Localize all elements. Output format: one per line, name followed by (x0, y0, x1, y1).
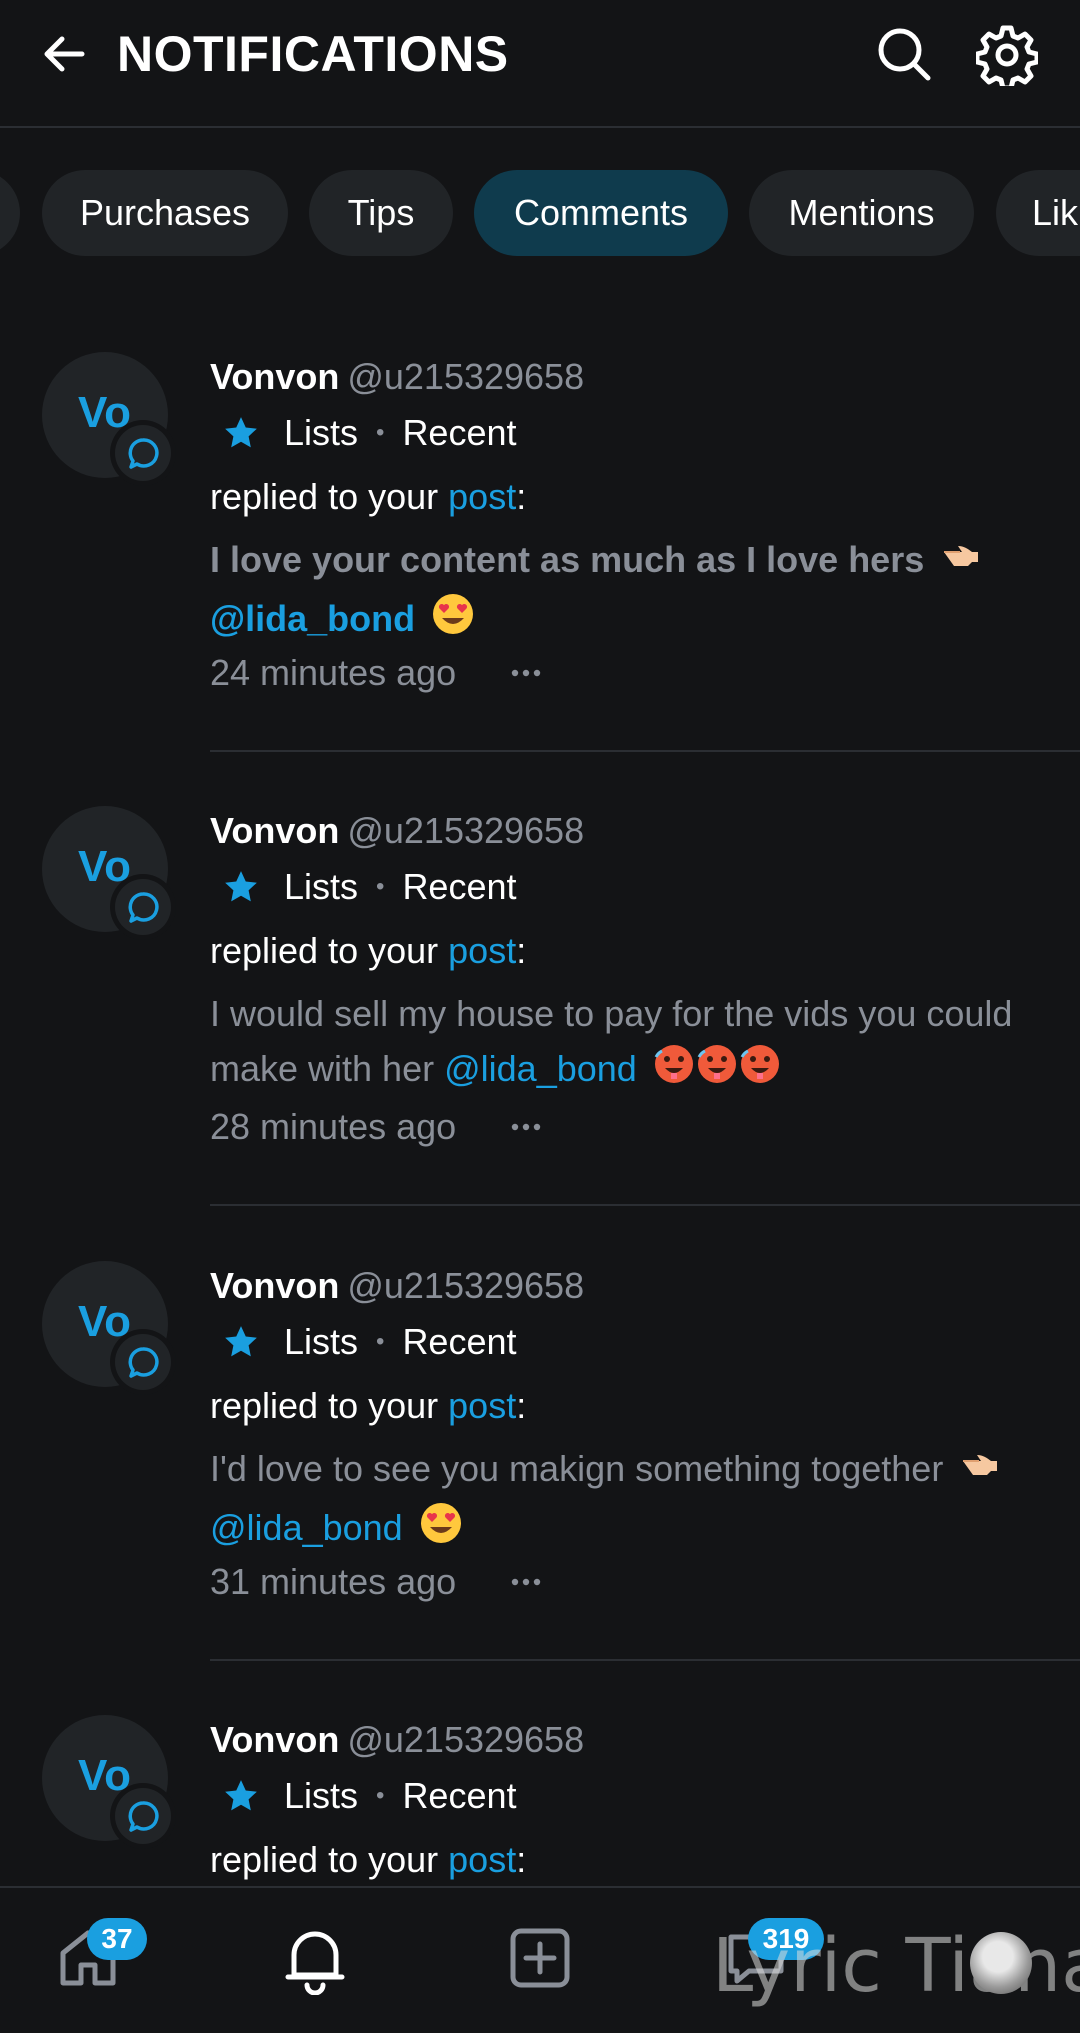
lists-row[interactable]: Lists • Recent (222, 1773, 517, 1819)
comment-bubble-icon (128, 892, 159, 923)
lists-row[interactable]: Lists • Recent (222, 864, 517, 910)
avatar[interactable]: Vo (42, 806, 176, 940)
star-icon (225, 1326, 257, 1357)
avatar[interactable]: Vo (42, 352, 176, 486)
more-options-button[interactable] (506, 1104, 546, 1150)
gear-icon (974, 25, 1040, 91)
post-link[interactable]: post (448, 1385, 516, 1426)
more-options-button[interactable] (506, 650, 546, 696)
search-icon (878, 28, 931, 81)
notification-item[interactable]: Vo Vonvon@u215329658 Lists • Recent rep (0, 1715, 1080, 1886)
comment-badge (110, 874, 176, 940)
nav-notifications[interactable] (275, 1918, 355, 1998)
list-name: Recent (402, 866, 517, 907)
user-handle[interactable]: @u215329658 (347, 810, 584, 851)
tab-likes[interactable]: Lik (996, 170, 1080, 256)
mention-link[interactable]: @lida_bond (444, 1048, 637, 1089)
lists-row[interactable]: Lists • Recent (222, 1319, 517, 1365)
tab-mentions[interactable]: Mentions (749, 170, 974, 256)
timestamp: 24 minutes ago (210, 652, 457, 693)
list-name: Recent (402, 1775, 517, 1816)
lists-label: Lists (284, 412, 359, 453)
notifications-screen: NOTIFICATIONS Purchases Tips Comments Me… (0, 0, 1080, 2033)
comment-text: I'd love to see you makign something tog… (210, 1441, 1050, 1560)
comment-text: I love your content as much as I love he… (210, 532, 1050, 651)
notification-item[interactable]: Vo Vonvon@u215329658 Lists • Recent rep (0, 1261, 1080, 1715)
divider (210, 1659, 1080, 1661)
separator-dot: • (376, 873, 385, 900)
avatar[interactable]: Vo (42, 1261, 176, 1395)
avatar[interactable]: Vo (42, 1715, 176, 1849)
action-text: replied to your post: (210, 1385, 527, 1426)
pointing-hand-emoji-icon (940, 534, 982, 591)
pointing-hand-emoji-icon (959, 1443, 1001, 1500)
divider (210, 750, 1080, 752)
action-text: replied to your post: (210, 930, 527, 971)
more-dots-icon (511, 1578, 541, 1586)
profile-avatar[interactable] (970, 1932, 1032, 1994)
arrow-left-icon (44, 36, 85, 72)
user-name[interactable]: Vonvon (210, 1265, 339, 1306)
lists-label: Lists (284, 866, 359, 907)
lists-label: Lists (284, 1775, 359, 1816)
star-icon (225, 417, 257, 448)
mention-link[interactable]: @lida_bond (210, 1507, 403, 1548)
action-text: replied to your post: (210, 476, 527, 517)
comment-bubble-icon (128, 1801, 159, 1832)
star-icon (225, 871, 257, 902)
more-dots-icon (511, 1123, 541, 1131)
comment-bubble-icon (128, 438, 159, 469)
post-link[interactable]: post (448, 476, 516, 517)
timestamp: 31 minutes ago (210, 1561, 457, 1602)
lists-row[interactable]: Lists • Recent (222, 410, 517, 456)
post-link[interactable]: post (448, 1839, 516, 1880)
nav-create-post[interactable] (500, 1918, 580, 1998)
separator-dot: • (376, 1782, 385, 1809)
tab-purchases[interactable]: Purchases (42, 170, 288, 256)
bottom-navigation: 37 319 Lyric Tiana (0, 1886, 1080, 2033)
heart-eyes-emoji-icon (419, 1501, 463, 1560)
page-title: NOTIFICATIONS (117, 26, 509, 82)
filter-tabs: Purchases Tips Comments Mentions Lik (0, 170, 1080, 256)
post-link[interactable]: post (448, 930, 516, 971)
list-name: Recent (402, 1321, 517, 1362)
separator-dot: • (376, 419, 385, 446)
settings-button[interactable] (974, 24, 1040, 91)
bell-icon (285, 1931, 345, 1995)
tab-previous[interactable] (0, 170, 20, 256)
separator-dot: • (376, 1328, 385, 1355)
more-dots-icon (511, 669, 541, 677)
user-handle[interactable]: @u215329658 (347, 1265, 584, 1306)
comment-badge (110, 1329, 176, 1395)
comment-badge (110, 1783, 176, 1849)
notification-item[interactable]: Vo Vonvon@u215329658 Lists • Recent rep (0, 352, 1080, 806)
mention-link[interactable]: @lida_bond (210, 598, 415, 639)
user-name[interactable]: Vonvon (210, 810, 339, 851)
user-name[interactable]: Vonvon (210, 1719, 339, 1760)
search-button[interactable] (874, 24, 934, 84)
more-options-button[interactable] (506, 1559, 546, 1605)
hot-face-emoji-icon (653, 1043, 781, 1100)
action-text: replied to your post: (210, 1839, 527, 1880)
tab-tips[interactable]: Tips (309, 170, 453, 256)
star-icon (225, 1780, 257, 1811)
user-name[interactable]: Vonvon (210, 356, 339, 397)
top-bar: NOTIFICATIONS (0, 0, 1080, 128)
list-name: Recent (402, 412, 517, 453)
back-button[interactable] (36, 26, 92, 82)
notification-item[interactable]: Vo Vonvon@u215329658 Lists • Recent rep (0, 806, 1080, 1260)
lists-label: Lists (284, 1321, 359, 1362)
divider (210, 1204, 1080, 1206)
home-badge: 37 (87, 1918, 147, 1960)
comment-bubble-icon (128, 1347, 159, 1378)
add-square-icon (510, 1928, 570, 1988)
timestamp: 28 minutes ago (210, 1106, 457, 1147)
tab-comments[interactable]: Comments (474, 170, 728, 256)
user-handle[interactable]: @u215329658 (347, 1719, 584, 1760)
user-handle[interactable]: @u215329658 (347, 356, 584, 397)
comment-badge (110, 420, 176, 486)
heart-eyes-emoji-icon (431, 592, 475, 651)
comment-text: I would sell my house to pay for the vid… (210, 986, 1050, 1100)
